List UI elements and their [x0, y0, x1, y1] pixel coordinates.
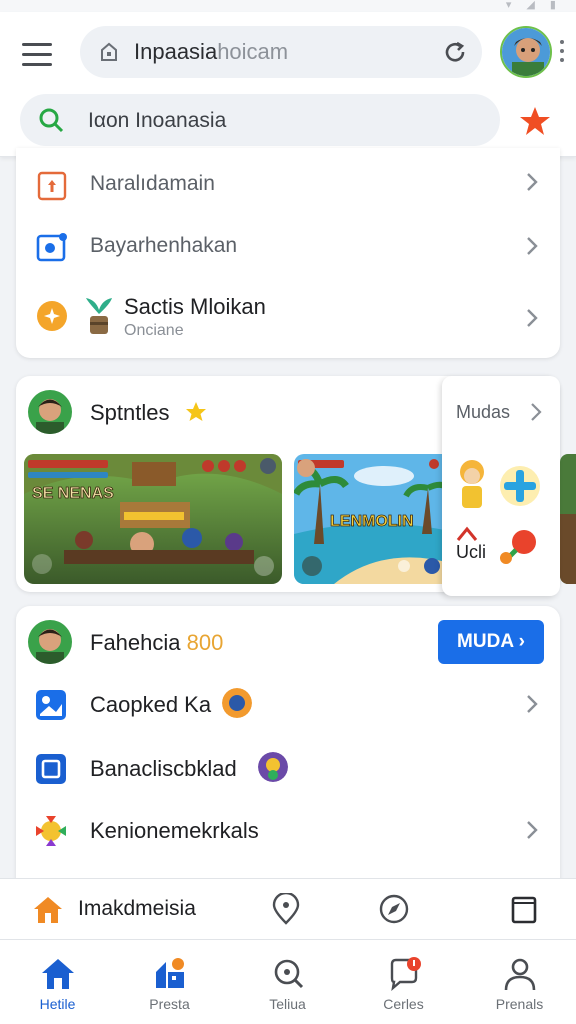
secondary-nav-label[interactable]: Imakdmeisia	[78, 897, 196, 921]
bottom-tab-bar: Hetile Presta Teliua Cerles Prenals	[0, 940, 576, 1024]
more-options-icon[interactable]	[558, 40, 566, 66]
sun-badge-icon	[37, 301, 67, 331]
plant-icon	[86, 298, 112, 334]
image-app-icon	[36, 690, 66, 720]
tab-search[interactable]: Teliua	[230, 940, 345, 1024]
colorful-app-icon	[36, 816, 66, 846]
secondary-nav-bar: Imakdmeisia	[0, 878, 576, 940]
plus-badge-icon	[500, 466, 540, 506]
game-thumbnail[interactable]: LENMOLIN	[294, 454, 454, 584]
game-thumbnail[interactable]: SE NENAS	[24, 454, 282, 584]
compass-icon[interactable]	[378, 893, 410, 925]
tab-label: Presta	[149, 996, 190, 1012]
chevron-right-icon	[531, 403, 542, 421]
tab-profile[interactable]: Prenals	[462, 940, 576, 1024]
character-icon	[460, 460, 484, 508]
section-title: Sptntles	[90, 400, 170, 425]
tab-chats[interactable]: Cerles	[346, 940, 461, 1024]
game-thumbnail-partial[interactable]	[560, 454, 576, 584]
location-pin-icon[interactable]	[270, 893, 302, 925]
browser-header: Inpaasiahoicam Iαon Inoanasia	[0, 12, 576, 157]
url-text: Inpaasiahoicam	[134, 39, 289, 64]
chevron-right-icon	[527, 173, 538, 191]
house-mini-icon	[456, 526, 478, 541]
chevron-right-icon	[527, 309, 538, 327]
list-item-sublabel: Oncianе	[124, 322, 184, 339]
tab-presta[interactable]: Presta	[112, 940, 227, 1024]
search-icon	[39, 108, 64, 133]
list-item[interactable]: Kenionemekrkals	[16, 802, 560, 862]
status-bar: ▾ ◢ ▮	[0, 0, 576, 12]
apps-icon	[156, 958, 184, 988]
profile-icon	[504, 958, 536, 991]
tab-label: Teliua	[269, 996, 306, 1012]
game-banner-text: LENMOLIN	[330, 513, 414, 530]
square-app-icon	[36, 754, 66, 784]
list-item-label: Naralıdamain	[90, 172, 215, 195]
home-icon[interactable]	[32, 895, 64, 925]
bookmark-star-icon[interactable]	[518, 104, 552, 138]
game-banner-text: SE NENAS	[32, 485, 114, 502]
chat-icon	[390, 957, 421, 992]
list-item-label: Bayarhenhakan	[90, 234, 238, 257]
address-bar[interactable]: Inpaasiahoicam	[80, 26, 482, 78]
tab-label: Cerles	[383, 996, 424, 1012]
list-item[interactable]: Sactis Mloikan Oncianе	[16, 282, 560, 354]
menu-button[interactable]	[22, 42, 58, 66]
avatar[interactable]	[28, 390, 72, 434]
star-icon	[186, 402, 206, 421]
user-avatar[interactable]	[500, 26, 552, 78]
upload-box-icon	[37, 171, 67, 201]
chevron-right-icon	[527, 695, 538, 713]
avatar[interactable]	[28, 620, 72, 664]
list-item-label: Kenionemekrkals	[90, 818, 259, 843]
home-icon	[42, 959, 74, 989]
points-value: 800	[186, 630, 224, 655]
list-item[interactable]: Banacliscbklad	[16, 740, 560, 800]
reload-icon[interactable]	[442, 39, 468, 65]
more-games-panel[interactable]: Mudas Ucli	[442, 376, 560, 596]
profile-title: Fahehcia 800	[90, 630, 224, 655]
menu-list-card: Naralıdamain Bayarhenhakan Sactis Mloika…	[16, 148, 560, 358]
side-label: Ucli	[456, 542, 486, 562]
chevron-right-icon	[527, 821, 538, 839]
list-item-label: Banacliscbklad	[90, 756, 237, 781]
tabs-icon[interactable]	[508, 893, 540, 925]
chevron-right-icon	[527, 237, 538, 255]
camera-box-icon	[36, 233, 67, 262]
list-item[interactable]: Caopked Ka	[16, 676, 560, 736]
search-icon	[274, 959, 304, 989]
list-item[interactable]: Bayarhenhakan	[16, 216, 560, 276]
balloon-icon	[500, 530, 536, 564]
search-bar[interactable]: Iαon Inoanasia	[20, 94, 500, 146]
list-item-label: Caopked Ka	[90, 692, 212, 717]
list-item[interactable]: Naralıdamain	[16, 152, 560, 212]
tab-home[interactable]: Hetile	[0, 940, 115, 1024]
app-badge-icon	[222, 688, 252, 718]
list-item-label: Sactis Mloikan	[124, 294, 266, 319]
tab-label: Hetile	[39, 996, 76, 1012]
page-icon	[101, 42, 117, 61]
muda-button[interactable]: MUDA ›	[438, 620, 544, 664]
tab-label: Prenals	[495, 996, 544, 1012]
profile-card: Fahehcia 800 MUDA › Caopked Ka Banaclisc…	[16, 606, 560, 896]
more-link[interactable]: Mudas	[456, 402, 510, 423]
app-badge-icon	[258, 752, 288, 782]
status-icons: ▾ ◢ ▮	[505, 0, 562, 11]
search-input[interactable]: Iαon Inoanasia	[88, 109, 226, 133]
